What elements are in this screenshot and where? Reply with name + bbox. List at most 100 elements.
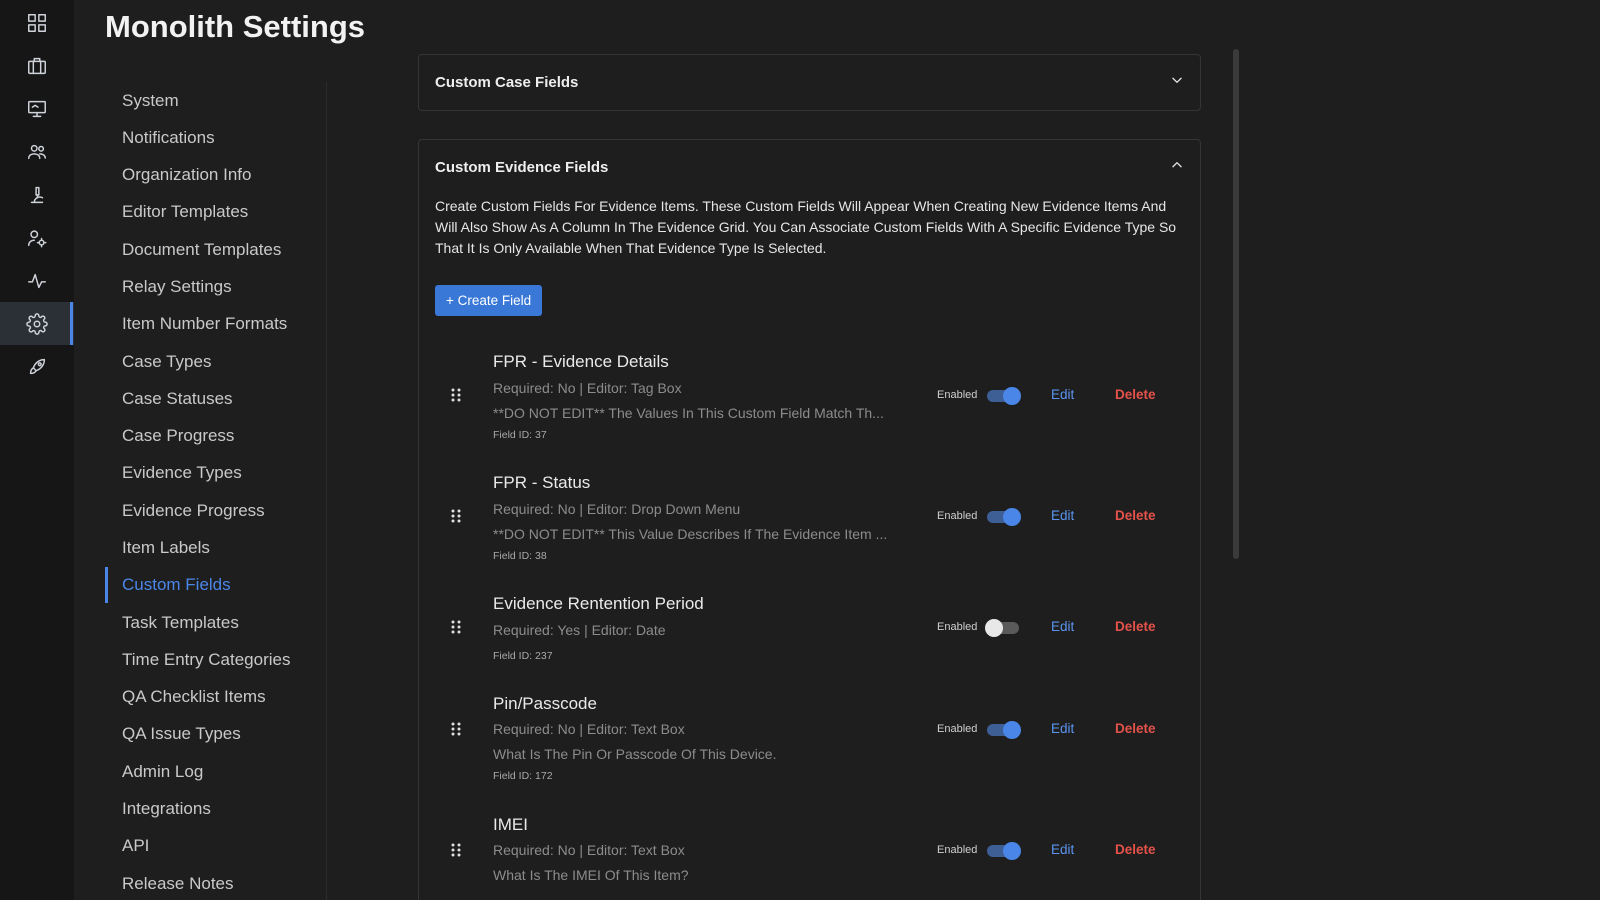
activity-icon xyxy=(28,273,46,288)
rail-dashboard[interactable] xyxy=(0,1,74,44)
enabled-label: Enabled xyxy=(937,621,978,633)
rail-activity[interactable] xyxy=(0,259,74,302)
field-id: Field ID: 38 xyxy=(493,550,547,562)
enabled-label: Enabled xyxy=(937,510,978,522)
toggle-knob xyxy=(1003,721,1021,739)
field-meta: Required: No | Editor: Text Box xyxy=(493,842,685,858)
drag-handle-icon[interactable] xyxy=(451,620,461,639)
drag-handle-icon[interactable] xyxy=(451,722,461,741)
user-settings-icon xyxy=(28,229,47,247)
custom-evidence-fields-header[interactable]: Custom Evidence Fields xyxy=(419,140,1200,194)
field-description: **DO NOT EDIT** The Values In This Custo… xyxy=(493,405,884,421)
rail-release[interactable] xyxy=(0,345,74,388)
nav-item-admin-log[interactable]: Admin Log xyxy=(105,759,203,785)
delete-button[interactable]: Delete xyxy=(1115,721,1156,736)
panel-description: Create Custom Fields For Evidence Items.… xyxy=(435,198,1177,256)
enabled-toggle[interactable] xyxy=(987,721,1021,739)
enabled-toggle[interactable] xyxy=(987,387,1021,405)
rocket-icon xyxy=(29,358,46,374)
dashboard-grid-icon xyxy=(28,13,46,32)
field-description: What Is The Pin Or Passcode Of This Devi… xyxy=(493,746,777,762)
nav-item-relay-settings[interactable]: Relay Settings xyxy=(105,274,232,300)
edit-button[interactable]: Edit xyxy=(1051,842,1074,857)
rail-evidence[interactable] xyxy=(0,87,74,130)
field-description: What Is The IMEI Of This Item? xyxy=(493,867,689,883)
toggle-knob xyxy=(1003,508,1021,526)
delete-button[interactable]: Delete xyxy=(1115,387,1156,402)
enabled-toggle[interactable] xyxy=(987,508,1021,526)
field-name: FPR - Evidence Details xyxy=(493,352,669,371)
drag-handle-icon[interactable] xyxy=(451,388,461,407)
nav-item-system[interactable]: System xyxy=(105,88,179,114)
settings-nav: System Notifications Organization Info E… xyxy=(105,82,327,900)
field-meta: Required: No | Editor: Drop Down Menu xyxy=(493,501,741,517)
field-row: IMEI Required: No | Editor: Text Box Wha… xyxy=(435,815,1185,900)
nav-item-case-progress[interactable]: Case Progress xyxy=(105,423,234,449)
nav-item-item-number-formats[interactable]: Item Number Formats xyxy=(105,311,287,337)
create-field-button[interactable]: + Create Field xyxy=(435,285,543,316)
rail-user-settings[interactable] xyxy=(0,216,74,259)
nav-item-integrations[interactable]: Integrations xyxy=(105,796,211,822)
enabled-label: Enabled xyxy=(937,389,978,401)
nav-item-notifications[interactable]: Notifications xyxy=(105,125,215,151)
users-icon xyxy=(28,144,46,159)
content-scrollbar[interactable] xyxy=(1233,49,1239,559)
custom-case-fields-header[interactable]: Custom Case Fields xyxy=(419,55,1200,110)
toggle-knob xyxy=(985,619,1003,637)
edit-button[interactable]: Edit xyxy=(1051,619,1074,634)
panel-title: Custom Evidence Fields xyxy=(435,158,609,176)
toggle-knob xyxy=(1003,842,1021,860)
enabled-toggle[interactable] xyxy=(985,619,1019,637)
briefcase-icon xyxy=(28,57,46,74)
field-name: Evidence Rentention Period xyxy=(493,594,704,613)
enabled-toggle[interactable] xyxy=(987,842,1021,860)
delete-button[interactable]: Delete xyxy=(1115,508,1156,523)
gear-icon xyxy=(26,312,48,335)
icon-rail xyxy=(0,0,74,900)
delete-button[interactable]: Delete xyxy=(1115,619,1156,634)
nav-item-custom-fields[interactable]: Custom Fields xyxy=(105,567,231,603)
nav-item-document-templates[interactable]: Document Templates xyxy=(105,237,281,263)
rail-lab[interactable] xyxy=(0,173,74,216)
field-meta: Required: No | Editor: Text Box xyxy=(493,721,685,737)
nav-item-item-labels[interactable]: Item Labels xyxy=(105,535,210,561)
field-row: FPR - Evidence Details Required: No | Ed… xyxy=(435,352,1185,462)
field-id: Field ID: 172 xyxy=(493,770,553,782)
nav-item-editor-templates[interactable]: Editor Templates xyxy=(105,199,248,225)
nav-item-task-templates[interactable]: Task Templates xyxy=(105,610,239,636)
nav-item-evidence-progress[interactable]: Evidence Progress xyxy=(105,498,265,524)
delete-button[interactable]: Delete xyxy=(1115,842,1156,857)
nav-item-qa-checklist-items[interactable]: QA Checklist Items xyxy=(105,684,266,710)
nav-item-api[interactable]: API xyxy=(105,833,149,859)
nav-item-time-entry-categories[interactable]: Time Entry Categories xyxy=(105,647,290,673)
field-row: Evidence Rentention Period Required: Yes… xyxy=(435,594,1185,674)
edit-button[interactable]: Edit xyxy=(1051,387,1074,402)
field-meta: Required: No | Editor: Tag Box xyxy=(493,380,682,396)
chevron-down-icon[interactable] xyxy=(1170,73,1184,92)
monitor-icon xyxy=(28,100,46,117)
field-name: IMEI xyxy=(493,815,528,834)
nav-item-evidence-types[interactable]: Evidence Types xyxy=(105,460,242,486)
custom-evidence-fields-panel: Custom Evidence Fields Create Custom Fie… xyxy=(418,139,1201,900)
nav-item-case-statuses[interactable]: Case Statuses xyxy=(105,386,233,412)
field-name: Pin/Passcode xyxy=(493,694,597,713)
rail-people[interactable] xyxy=(0,130,74,173)
rail-settings[interactable] xyxy=(0,302,74,345)
nav-item-organization-info[interactable]: Organization Info xyxy=(105,162,251,188)
edit-button[interactable]: Edit xyxy=(1051,508,1074,523)
microscope-icon xyxy=(30,186,44,203)
chevron-up-icon[interactable] xyxy=(1170,158,1184,177)
panel-title: Custom Case Fields xyxy=(435,74,579,91)
rail-cases[interactable] xyxy=(0,44,74,87)
drag-handle-icon[interactable] xyxy=(451,509,461,528)
field-name: FPR - Status xyxy=(493,473,591,492)
edit-button[interactable]: Edit xyxy=(1051,721,1074,736)
nav-item-case-types[interactable]: Case Types xyxy=(105,349,211,375)
field-row: FPR - Status Required: No | Editor: Drop… xyxy=(435,473,1185,583)
field-id: Field ID: 237 xyxy=(493,650,553,662)
field-meta: Required: Yes | Editor: Date xyxy=(493,622,666,638)
nav-item-release-notes[interactable]: Release Notes xyxy=(105,871,234,897)
toggle-knob xyxy=(1003,387,1021,405)
drag-handle-icon[interactable] xyxy=(451,843,461,862)
nav-item-qa-issue-types[interactable]: QA Issue Types xyxy=(105,721,241,747)
